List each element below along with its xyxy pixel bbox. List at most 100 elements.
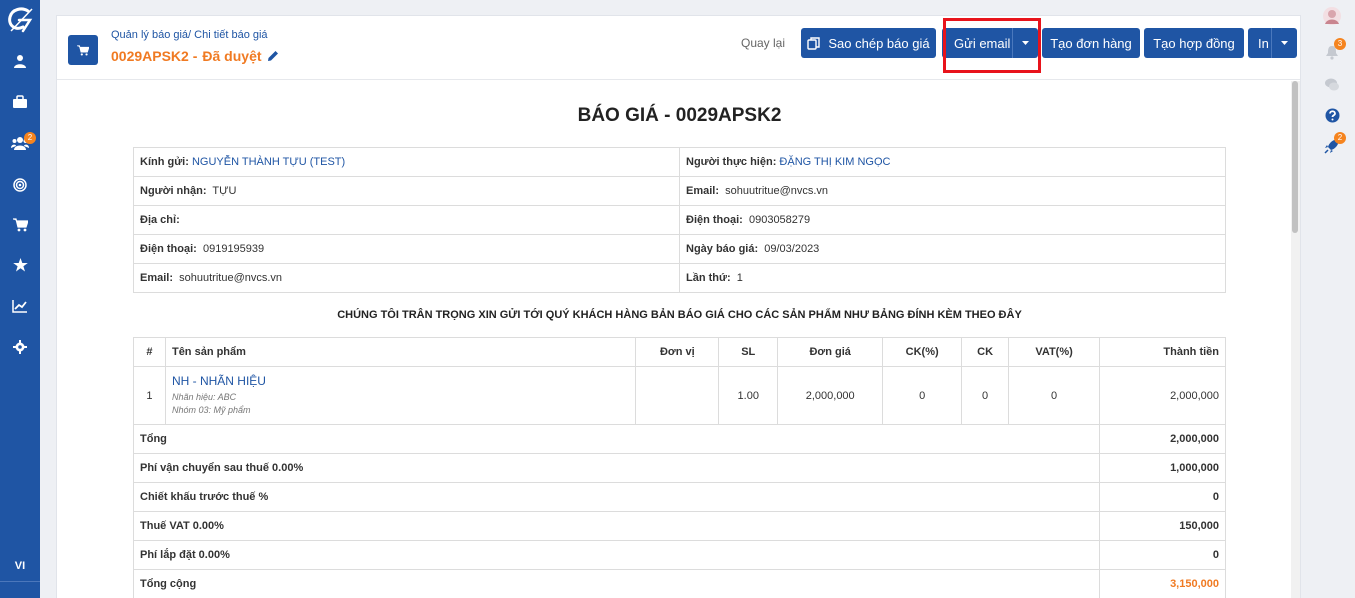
user-avatar[interactable] xyxy=(1320,4,1344,28)
create-contract-label: Tạo hợp đồng xyxy=(1153,35,1235,51)
table-row: Địa chỉ: Điện thoại: 0903058279 xyxy=(133,205,1226,235)
sidebar-item-target[interactable] xyxy=(0,171,40,199)
highlight-box xyxy=(943,18,1041,73)
date-value: 09/03/2023 xyxy=(764,243,820,255)
table-row: Email: sohuutritue@nvcs.vn Lần thứ: 1 xyxy=(133,263,1226,293)
products-table: # Tên sản phẩm Đơn vị SL Đơn giá CK(%) C… xyxy=(132,337,1226,598)
main-panel: Quản lý báo giá/ Chi tiết báo giá 0029AP… xyxy=(56,15,1301,598)
item-price: 2,000,000 xyxy=(777,366,884,425)
item-disc: 0 xyxy=(961,366,1010,425)
install-label: Phí lắp đặt 0.00% xyxy=(132,540,1101,570)
language-switch[interactable]: VI xyxy=(0,556,40,576)
group-badge: 2 xyxy=(24,132,36,144)
phone-value: 0919195939 xyxy=(202,243,265,255)
module-icon-box xyxy=(68,35,98,65)
notifications-button[interactable]: 3 xyxy=(1320,38,1346,64)
create-order-button[interactable]: Tạo đơn hàng xyxy=(1042,28,1140,58)
col-no: # xyxy=(133,337,166,367)
info-cell: Kính gửi: NGUYỄN THÀNH TỰU (TEST) xyxy=(133,147,680,177)
create-contract-button[interactable]: Tạo hợp đồng xyxy=(1144,28,1244,58)
email-label: Email: xyxy=(140,272,174,284)
install-value: 0 xyxy=(1099,540,1226,570)
discount-label: Chiết khấu trước thuế % xyxy=(132,482,1101,512)
breadcrumb[interactable]: Quản lý báo giá/ Chi tiết báo giá xyxy=(111,29,268,41)
user-icon xyxy=(14,55,26,68)
summary-row: Tổng 2,000,000 xyxy=(132,424,1226,454)
help-button[interactable] xyxy=(1320,103,1344,127)
summary-row: Chiết khấu trước thuế % 0 xyxy=(132,482,1226,512)
copy-icon xyxy=(807,36,821,50)
times-label: Lần thứ: xyxy=(686,272,731,284)
rocket-button[interactable]: 2 xyxy=(1320,132,1346,158)
briefcase-icon xyxy=(13,95,27,108)
info-cell: Điện thoại: 0903058279 xyxy=(679,205,1226,235)
grand-total-value: 3,150,000 xyxy=(1099,569,1226,598)
copy-quote-label: Sao chép báo giá xyxy=(828,35,930,51)
phone-right-label: Điện thoại: xyxy=(686,214,743,226)
print-button[interactable]: In xyxy=(1248,28,1297,58)
chat-button[interactable] xyxy=(1320,73,1344,97)
sidebar-item-settings[interactable] xyxy=(0,333,40,361)
table-row: Người nhận: TỰU Email: sohuutritue@nvcs.… xyxy=(133,176,1226,206)
item-group: Nhóm 03: Mỹ phẩm xyxy=(171,405,251,415)
scrollbar-thumb[interactable] xyxy=(1292,81,1298,233)
table-row: Kính gửi: NGUYỄN THÀNH TỰU (TEST) Người … xyxy=(133,147,1226,177)
item-unit xyxy=(635,366,720,425)
sidebar-item-briefcase[interactable] xyxy=(0,88,40,116)
sidebar-item-group[interactable]: 2 xyxy=(0,129,40,157)
info-cell: Email: sohuutritue@nvcs.vn xyxy=(133,263,680,293)
col-total: Thành tiền xyxy=(1099,337,1226,367)
email-right-label: Email: xyxy=(686,185,720,197)
vat-label: Thuế VAT 0.00% xyxy=(132,511,1101,541)
table-row: 1 NH - NHÃN HIỆU Nhãn hiệu: ABC Nhóm 03:… xyxy=(133,366,1226,425)
sidebar-item-chart[interactable] xyxy=(0,292,40,320)
sidebar-item-user[interactable] xyxy=(0,47,40,75)
table-header-row: # Tên sản phẩm Đơn vị SL Đơn giá CK(%) C… xyxy=(133,337,1226,367)
shipping-value: 1,000,000 xyxy=(1099,453,1226,483)
col-product: Tên sản phẩm xyxy=(164,337,637,367)
pencil-icon[interactable] xyxy=(267,50,279,62)
avatar-icon xyxy=(1323,7,1341,25)
cart-icon xyxy=(77,44,89,56)
customer-info-table: Kính gửi: NGUYỄN THÀNH TỰU (TEST) Người … xyxy=(133,147,1226,293)
to-value: NGUYỄN THÀNH TỰU (TEST) xyxy=(191,156,346,168)
sidebar-item-cart[interactable] xyxy=(0,211,40,239)
info-cell: Điện thoại: 0919195939 xyxy=(133,234,680,264)
print-label: In xyxy=(1258,35,1269,51)
status-label: Đã duyệt xyxy=(202,48,262,64)
intro-text: CHÚNG TÔI TRÂN TRỌNG XIN GỬI TỚI QUÝ KHÁ… xyxy=(337,309,1022,321)
copy-quote-button[interactable]: Sao chép báo giá xyxy=(801,28,936,58)
page-title: 0029APSK2 - Đã duyệt xyxy=(111,48,279,64)
quote-title: BÁO GIÁ - 0029APSK2 xyxy=(577,105,782,126)
subtotal-label: Tổng xyxy=(132,424,1101,454)
col-unit: Đơn vị xyxy=(635,337,720,367)
email-right-value: sohuutritue@nvcs.vn xyxy=(725,185,829,197)
cart-icon xyxy=(12,218,28,232)
vat-value: 150,000 xyxy=(1099,511,1226,541)
back-link[interactable]: Quay lại xyxy=(741,36,785,50)
subtotal-value: 2,000,000 xyxy=(1099,424,1226,454)
email-value: sohuutritue@nvcs.vn xyxy=(179,272,283,284)
star-icon xyxy=(12,258,28,272)
print-dropdown-toggle[interactable] xyxy=(1271,28,1297,58)
gear-icon xyxy=(13,340,27,354)
notifications-badge: 3 xyxy=(1334,38,1346,50)
item-brand: Nhãn hiệu: ABC xyxy=(171,392,237,402)
discount-value: 0 xyxy=(1099,482,1226,512)
recipient-label: Người nhận: xyxy=(140,185,207,197)
sidebar-divider xyxy=(0,581,40,582)
col-vat: VAT(%) xyxy=(1008,337,1101,367)
address-label: Địa chỉ: xyxy=(140,214,180,226)
recipient-value: TỰU xyxy=(212,185,237,197)
info-cell: Địa chỉ: xyxy=(133,205,680,235)
info-cell: Người nhận: TỰU xyxy=(133,176,680,206)
summary-row: Thuế VAT 0.00% 150,000 xyxy=(132,511,1226,541)
quote-code: 0029APSK2 - xyxy=(111,48,198,64)
app-logo-icon[interactable] xyxy=(0,0,40,40)
page-header: Quản lý báo giá/ Chi tiết báo giá 0029AP… xyxy=(57,16,1300,80)
col-qty: SL xyxy=(718,337,779,367)
sidebar-item-star[interactable] xyxy=(0,251,40,279)
item-name[interactable]: NH - NHÃN HIỆU xyxy=(172,374,629,388)
col-price: Đơn giá xyxy=(777,337,884,367)
vertical-scrollbar[interactable] xyxy=(1291,81,1300,598)
